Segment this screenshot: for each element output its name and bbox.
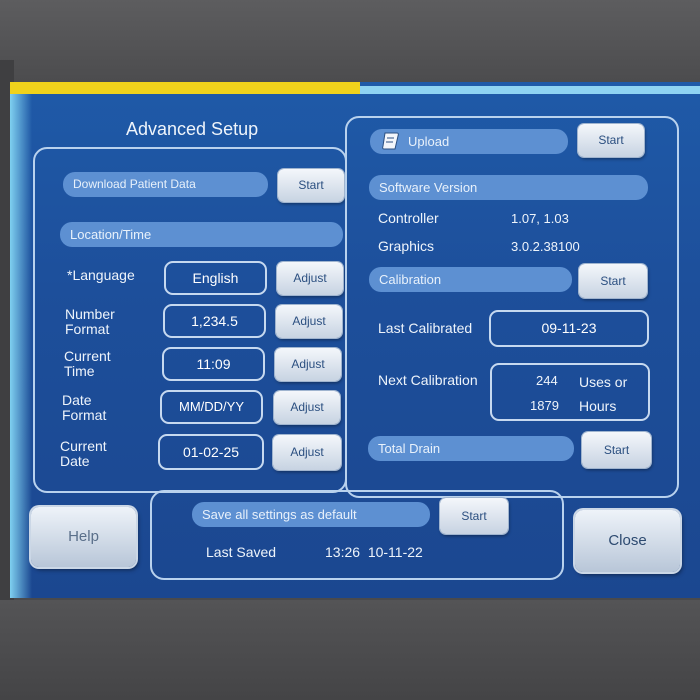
date-format-label: Date Format (62, 392, 107, 423)
graphics-label: Graphics (378, 238, 435, 254)
next-calibration-box (490, 363, 650, 421)
total-drain-bar: Total Drain (368, 436, 574, 461)
upload-start-button[interactable]: Start (578, 124, 644, 157)
upload-label: Upload (408, 134, 450, 149)
scroll-icon (382, 131, 400, 151)
hours-remaining-value: 1879 (530, 398, 559, 413)
language-adjust-button[interactable]: Adjust (277, 262, 343, 295)
total-drain-start-button[interactable]: Start (582, 432, 651, 468)
language-value: English (164, 261, 267, 295)
download-start-button[interactable]: Start (278, 169, 344, 202)
location-time-header: Location/Time (60, 222, 343, 247)
date-format-value: MM/DD/YY (160, 390, 263, 424)
language-label: *Language (67, 267, 135, 283)
hours-label: Hours (579, 398, 617, 414)
number-format-adjust-button[interactable]: Adjust (276, 305, 342, 338)
download-patient-data-bar: Download Patient Data (63, 172, 268, 197)
help-button[interactable]: Help (31, 507, 136, 567)
screen-glare (10, 82, 32, 598)
current-time-label: Current Time (64, 348, 111, 379)
save-default-bar: Save all settings as default (192, 502, 430, 527)
uses-remaining-value: 244 (536, 373, 558, 388)
device-bezel-bottom (0, 600, 700, 700)
uses-label: Uses or (579, 374, 628, 390)
device-bezel-top (0, 0, 700, 82)
status-strip-yellow (10, 82, 360, 94)
date-format-adjust-button[interactable]: Adjust (274, 391, 340, 424)
status-strip-cyan (360, 86, 700, 94)
next-calibration-label: Next Calibration (378, 372, 478, 388)
save-start-button[interactable]: Start (440, 498, 508, 534)
last-saved-label: Last Saved (206, 544, 277, 560)
controller-value: 1.07, 1.03 (511, 211, 569, 226)
last-calibrated-label: Last Calibrated (378, 320, 473, 336)
current-date-value: 01-02-25 (158, 434, 264, 470)
last-saved-value: 13:26 10-11-22 (325, 544, 423, 560)
current-time-adjust-button[interactable]: Adjust (275, 348, 341, 381)
current-time-value: 11:09 (162, 347, 265, 381)
number-format-label: Number Format (65, 306, 115, 337)
graphics-value: 3.0.2.38100 (511, 239, 580, 254)
current-date-label: Current Date (60, 438, 107, 469)
controller-label: Controller (378, 210, 439, 226)
calibration-header: Calibration (369, 267, 572, 292)
calibration-start-button[interactable]: Start (579, 264, 647, 298)
software-version-header: Software Version (369, 175, 648, 200)
current-date-adjust-button[interactable]: Adjust (273, 435, 341, 470)
page-title: Advanced Setup (126, 119, 259, 139)
number-format-value: 1,234.5 (163, 304, 266, 338)
last-calibrated-value: 09-11-23 (489, 310, 649, 347)
close-button[interactable]: Close (575, 510, 680, 572)
